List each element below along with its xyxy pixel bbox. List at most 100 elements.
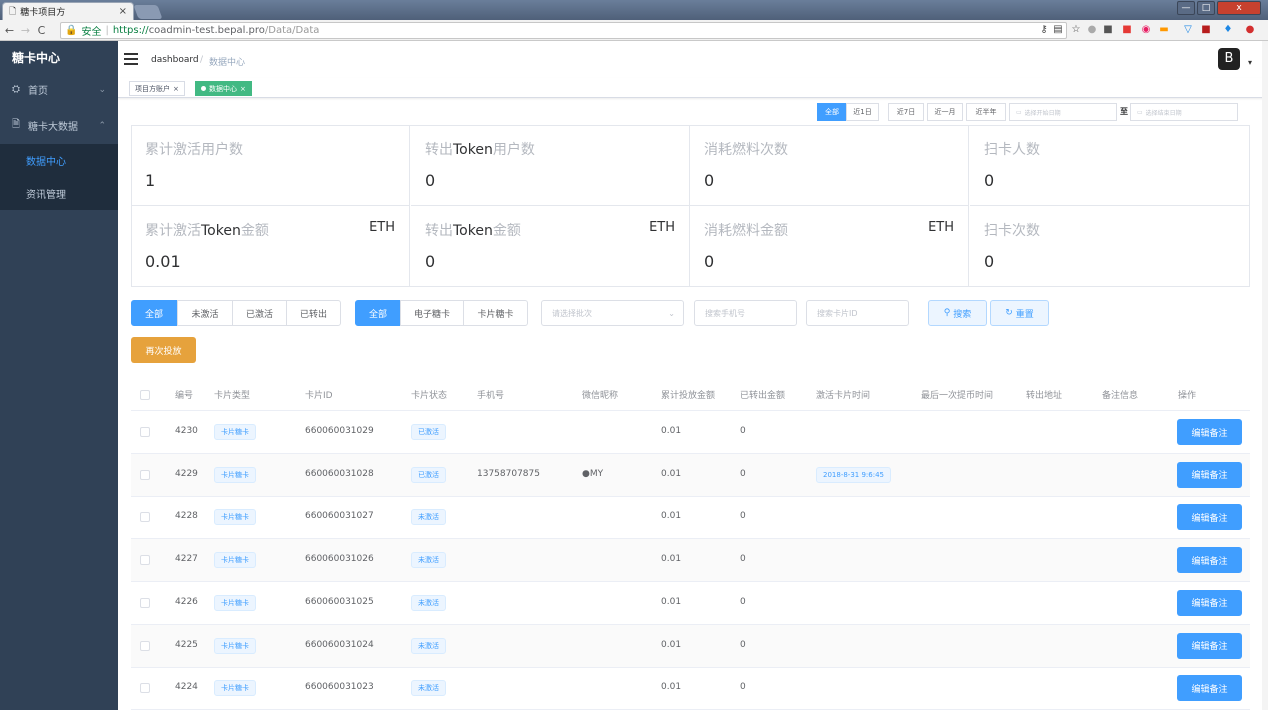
column-header: 微信昵称 [582, 391, 619, 401]
tag-project-account[interactable]: 项目方账户 × [129, 81, 185, 96]
row-id: 4229 [175, 468, 198, 479]
status-all-button[interactable]: 全部 [131, 300, 177, 326]
reset-button[interactable]: ↻ 重置 [990, 300, 1049, 326]
shield-icon[interactable]: ▽ [1182, 24, 1194, 36]
card-type-tag: 卡片糖卡 [214, 637, 256, 654]
range-7d-button[interactable]: 近7日 [888, 103, 924, 121]
address-bar[interactable]: 🔒 安全 | https://coadmin-test.bepal.pro/Da… [60, 22, 1067, 39]
forward-icon[interactable]: → [19, 24, 32, 37]
minimize-button[interactable]: — [1177, 1, 1195, 15]
sidebar-subitem-datacenter[interactable]: 数据中心 [0, 144, 118, 177]
stat-label-pre: 转出 [425, 142, 453, 158]
deployed-amount: 0.01 [661, 511, 682, 522]
page-scrollbar[interactable] [1262, 41, 1268, 710]
row-checkbox[interactable] [140, 512, 150, 523]
close-icon[interactable]: × [240, 85, 246, 93]
range-1d-button[interactable]: 近1日 [846, 103, 879, 121]
range-6m-button[interactable]: 近半年 [966, 103, 1006, 121]
drop-icon[interactable]: ♦ [1222, 24, 1234, 36]
stat-unit: ETH [649, 220, 675, 235]
stat-label: 扫卡次数 [984, 220, 1040, 240]
range-1m-button[interactable]: 近一月 [927, 103, 963, 121]
transferred-amount: 0 [740, 554, 746, 565]
stat-label-pre: 累计激活用户数 [145, 142, 243, 158]
row-id: 4228 [175, 511, 198, 522]
column-header: 备注信息 [1102, 391, 1139, 401]
row-checkbox[interactable] [140, 683, 150, 694]
stat-value: 0 [704, 252, 715, 271]
search-button[interactable]: ⚲ 搜索 [928, 300, 987, 326]
column-header: 最后一次提币时间 [921, 391, 994, 401]
card-status-tag: 未激活 [411, 680, 446, 697]
edit-remark-button[interactable]: 编辑备注 [1177, 589, 1242, 616]
browser-tab[interactable]: 🗋 糖卡项目方 × [2, 2, 134, 20]
edit-remark-button[interactable]: 编辑备注 [1177, 419, 1242, 445]
new-tab-button[interactable] [133, 5, 163, 19]
end-date-input[interactable]: ▭ 选择结束日期 [1130, 103, 1238, 121]
url-path: /Data/Data [264, 25, 320, 36]
redeploy-button[interactable]: 再次投放 [131, 337, 196, 363]
column-header: 已转出金额 [740, 391, 786, 401]
stat-unit: ETH [928, 220, 954, 235]
edit-remark-button[interactable]: 编辑备注 [1177, 547, 1242, 574]
row-checkbox[interactable] [140, 427, 150, 437]
activated-time-tag: 2018-8-31 9:6:45 [816, 466, 891, 483]
card-status-tag: 已激活 [411, 424, 446, 440]
sidebar-item-home[interactable]: ⛭ 首页 ⌄ [0, 73, 118, 106]
pdf-icon[interactable]: ■ [1200, 24, 1212, 36]
edit-remark-button[interactable]: 编辑备注 [1177, 461, 1242, 488]
stat-label: 转出Token用户数 [425, 139, 535, 159]
close-icon[interactable]: × [173, 85, 179, 93]
back-icon[interactable]: ← [3, 24, 16, 37]
phone-search-input[interactable]: 搜索手机号 [694, 300, 797, 326]
transferred-amount: 0 [740, 596, 746, 607]
extension-icon[interactable]: ■ [1121, 24, 1133, 36]
select-all-checkbox[interactable] [140, 390, 150, 400]
sidebar-subitem-news[interactable]: 资讯管理 [0, 177, 118, 210]
caret-down-icon[interactable]: ▾ [1248, 58, 1252, 67]
batch-select[interactable]: 请选择批次 ⌄ [541, 300, 684, 326]
status-activated-button[interactable]: 已激活 [232, 300, 287, 326]
type-electronic-button[interactable]: 电子糖卡 [400, 300, 464, 326]
close-window-button[interactable]: x [1217, 1, 1261, 15]
row-checkbox[interactable] [140, 640, 150, 651]
tag-datacenter[interactable]: 数据中心 × [195, 81, 252, 96]
stat-card: 转出Token用户数 0 [411, 125, 690, 206]
sidebar-item-bigdata[interactable]: 🗎 糖卡大数据 ⌃ [0, 109, 118, 142]
column-header: 累计投放金额 [661, 391, 716, 401]
type-all-button[interactable]: 全部 [355, 300, 401, 326]
reload-icon[interactable]: C [35, 24, 48, 37]
card-id-search-input[interactable]: 搜索卡片ID [806, 300, 909, 326]
row-checkbox[interactable] [140, 469, 150, 480]
row-checkbox[interactable] [140, 555, 150, 566]
maximize-button[interactable]: □ [1197, 1, 1215, 15]
extension-icon[interactable]: ■ [1102, 24, 1114, 36]
extension-icon[interactable]: ▬ [1158, 24, 1170, 36]
breadcrumb-home[interactable]: dashboard [151, 55, 199, 65]
active-dot-icon [201, 86, 206, 91]
edit-remark-button[interactable]: 编辑备注 [1177, 675, 1242, 702]
edit-remark-button[interactable]: 编辑备注 [1177, 632, 1242, 659]
card-id: 660060031029 [305, 426, 374, 436]
deployed-amount: 0.01 [661, 554, 682, 565]
bookmark-star-icon[interactable]: ☆ [1070, 24, 1082, 36]
card-status-tag: 已激活 [411, 466, 446, 483]
start-date-input[interactable]: ▭ 选择开始日期 [1009, 103, 1117, 121]
type-physical-button[interactable]: 卡片糖卡 [463, 300, 528, 326]
tab-close-icon[interactable]: × [119, 6, 127, 17]
pinterest-icon[interactable]: ◉ [1140, 24, 1152, 36]
opera-icon[interactable]: ● [1244, 24, 1256, 36]
key-icon[interactable]: ⚷ [1038, 24, 1050, 36]
edit-remark-button[interactable]: 编辑备注 [1177, 504, 1242, 531]
translate-icon[interactable]: ▤ [1052, 24, 1064, 36]
card-type-tag: 卡片糖卡 [214, 594, 256, 611]
stat-value: 0 [425, 252, 436, 271]
status-transferred-button[interactable]: 已转出 [286, 300, 341, 326]
stat-label-pre: 转出 [425, 223, 453, 239]
range-all-button[interactable]: 全部 [817, 103, 847, 121]
row-checkbox[interactable] [140, 597, 150, 608]
status-inactive-button[interactable]: 未激活 [177, 300, 233, 326]
extension-icon[interactable]: ● [1086, 24, 1098, 36]
hamburger-icon[interactable] [124, 53, 138, 65]
avatar[interactable]: B [1218, 48, 1240, 70]
